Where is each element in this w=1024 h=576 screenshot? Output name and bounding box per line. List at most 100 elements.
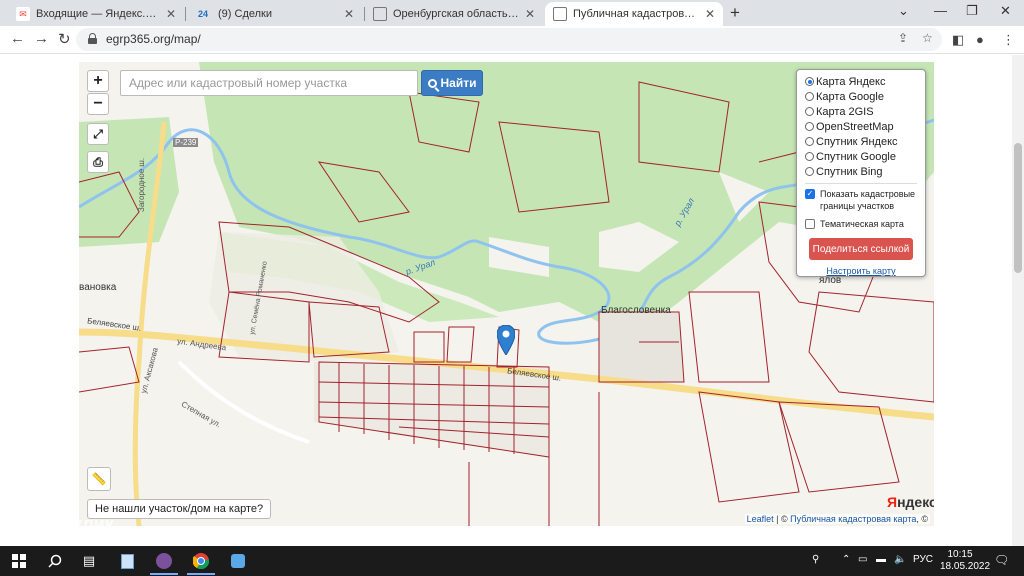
checkbox-label: Тематическая карта: [820, 219, 904, 229]
bitrix24-icon: 24: [197, 9, 208, 19]
address-bar[interactable]: egrp365.org/map/ ⇪ ☆: [76, 28, 942, 51]
notifications-icon[interactable]: 🗨: [994, 553, 1009, 567]
show-borders-toggle[interactable]: ✓ Показать кадастровые границы участков: [805, 188, 917, 212]
tab-yandex-mail[interactable]: ✉ Входящие — Яндекс.Почта ✕: [8, 2, 184, 26]
close-tab-icon[interactable]: ✕: [525, 7, 535, 21]
leaflet-link[interactable]: Leaflet: [747, 514, 774, 524]
location-pin-icon[interactable]: [497, 325, 515, 355]
share-link-button[interactable]: Поделиться ссылкой: [809, 238, 913, 260]
people-icon[interactable]: ⚲: [812, 554, 819, 565]
tab-search-icon[interactable]: ⌄: [898, 3, 909, 19]
radio-icon[interactable]: [805, 167, 814, 176]
tab-cadastral-map[interactable]: Публичная кадастровая карта ✕: [545, 2, 723, 26]
network-icon[interactable]: ▭: [858, 554, 867, 565]
active-indicator: [187, 573, 215, 575]
radio-icon[interactable]: [805, 137, 814, 146]
close-tab-icon[interactable]: ✕: [166, 7, 176, 21]
checkbox-icon[interactable]: [805, 219, 815, 229]
layer-label: Спутник Bing: [816, 165, 883, 178]
radio-icon[interactable]: [805, 122, 814, 131]
layer-yandex-map[interactable]: Карта Яндекс: [805, 74, 917, 89]
search-icon[interactable]: [46, 552, 64, 570]
mail-icon: ✉: [16, 7, 30, 21]
layer-bing-satellite[interactable]: Спутник Bing: [805, 164, 917, 179]
tab-title: (9) Сделки: [218, 8, 272, 20]
logo-rest: ндекс: [897, 494, 934, 510]
forward-icon[interactable]: →: [34, 30, 49, 47]
layer-label: Карта 2GIS: [816, 105, 874, 118]
app-icon[interactable]: [229, 552, 247, 570]
cadastral-map[interactable]: Р-239 р. Урал р. Урал Загородное ш. Беля…: [79, 62, 934, 526]
checkbox-checked-icon[interactable]: ✓: [805, 189, 815, 199]
new-tab-icon[interactable]: +: [730, 3, 740, 23]
search-button[interactable]: Найти: [421, 70, 483, 96]
watermark: Домклик: [36, 514, 114, 534]
scrollbar-thumb[interactable]: [1014, 143, 1022, 273]
radio-icon[interactable]: [805, 107, 814, 116]
close-tab-icon[interactable]: ✕: [344, 7, 354, 21]
tray-chevron-icon[interactable]: ⌃: [842, 554, 850, 565]
back-icon[interactable]: ←: [10, 30, 25, 47]
clock[interactable]: 10:15 18.05.2022: [940, 549, 991, 573]
close-tab-icon[interactable]: ✕: [705, 7, 715, 21]
close-window-icon[interactable]: ✕: [1000, 3, 1011, 19]
radio-icon[interactable]: [805, 92, 814, 101]
layer-label: Спутник Google: [816, 150, 896, 163]
zoom-out-button[interactable]: −: [87, 93, 109, 115]
search-input[interactable]: [120, 70, 418, 96]
windows-start-icon[interactable]: [10, 552, 28, 570]
page-content: Р-239 р. Урал р. Урал Загородное ш. Беля…: [0, 55, 1024, 546]
tab-title: Входящие — Яндекс.Почта: [36, 8, 160, 20]
menu-icon[interactable]: ⋮: [1002, 32, 1015, 48]
reload-icon[interactable]: ↻: [58, 30, 71, 48]
attribution-end: , ©: [916, 514, 928, 524]
not-found-button[interactable]: Не нашли участок/дом на карте?: [87, 499, 272, 519]
battery-icon[interactable]: ▬: [876, 554, 886, 565]
chrome-icon[interactable]: [192, 552, 210, 570]
task-view-icon[interactable]: ▤: [80, 552, 98, 570]
restore-icon[interactable]: ❐: [966, 3, 978, 19]
page-scrollbar[interactable]: [1012, 55, 1024, 546]
layer-label: OpenStreetMap: [816, 120, 894, 133]
layer-yandex-satellite[interactable]: Спутник Яндекс: [805, 134, 917, 149]
zoom-in-button[interactable]: +: [87, 70, 109, 92]
yandex-logo: Яндекс: [887, 494, 934, 510]
radio-icon[interactable]: [805, 152, 814, 161]
search-button-label: Найти: [440, 76, 477, 90]
print-icon[interactable]: ⎙: [87, 151, 109, 173]
radio-icon[interactable]: [805, 77, 814, 86]
active-indicator: [150, 573, 178, 575]
map-attribution: Leaflet | © Публичная кадастровая карта,…: [744, 514, 930, 524]
share-icon[interactable]: ⇪: [898, 31, 908, 45]
road-label: Р-239: [173, 138, 199, 147]
thematic-map-toggle[interactable]: Тематическая карта: [805, 218, 917, 230]
viber-icon[interactable]: [155, 552, 173, 570]
profile-icon[interactable]: ●: [976, 32, 984, 47]
clock-time: 10:15: [947, 549, 973, 560]
minimize-icon[interactable]: —: [934, 3, 947, 18]
tab-orenburg[interactable]: Оренбургская область, Оренбу ✕: [365, 2, 543, 26]
clock-date: 18.05.2022: [940, 561, 991, 572]
tab-deals[interactable]: 24 (9) Сделки ✕: [186, 2, 362, 26]
layer-osm[interactable]: OpenStreetMap: [805, 119, 917, 134]
logo-first-letter: Я: [887, 494, 898, 510]
tab-title: Публичная кадастровая карта: [573, 8, 699, 20]
cadastre-link[interactable]: Публичная кадастровая карта: [790, 514, 916, 524]
page-icon: [373, 7, 387, 21]
tab-title: Оренбургская область, Оренбу: [393, 8, 519, 20]
fullscreen-icon[interactable]: ⤢: [87, 123, 109, 145]
windows-taskbar: ▤ ⚲ ⌃ ▭ ▬ 🔈 РУС 10:15 18.05.2022 🗨: [0, 546, 1024, 576]
volume-icon[interactable]: 🔈: [894, 554, 906, 565]
layer-google-map[interactable]: Карта Google: [805, 89, 917, 104]
browser-toolbar: ← → ↻ egrp365.org/map/ ⇪ ☆ ◧ ● ⋮: [0, 26, 1024, 54]
configure-map-link[interactable]: Настроить карту: [805, 266, 917, 276]
side-panel-icon[interactable]: ◧: [952, 32, 964, 48]
layer-2gis-map[interactable]: Карта 2GIS: [805, 104, 917, 119]
ruler-icon[interactable]: 📏: [87, 467, 111, 491]
layer-label: Карта Google: [816, 90, 884, 103]
layer-google-satellite[interactable]: Спутник Google: [805, 149, 917, 164]
page-icon: [553, 7, 567, 21]
bookmark-star-icon[interactable]: ☆: [922, 31, 933, 45]
notepad-icon[interactable]: [118, 552, 136, 570]
language-indicator[interactable]: РУС: [913, 554, 933, 565]
